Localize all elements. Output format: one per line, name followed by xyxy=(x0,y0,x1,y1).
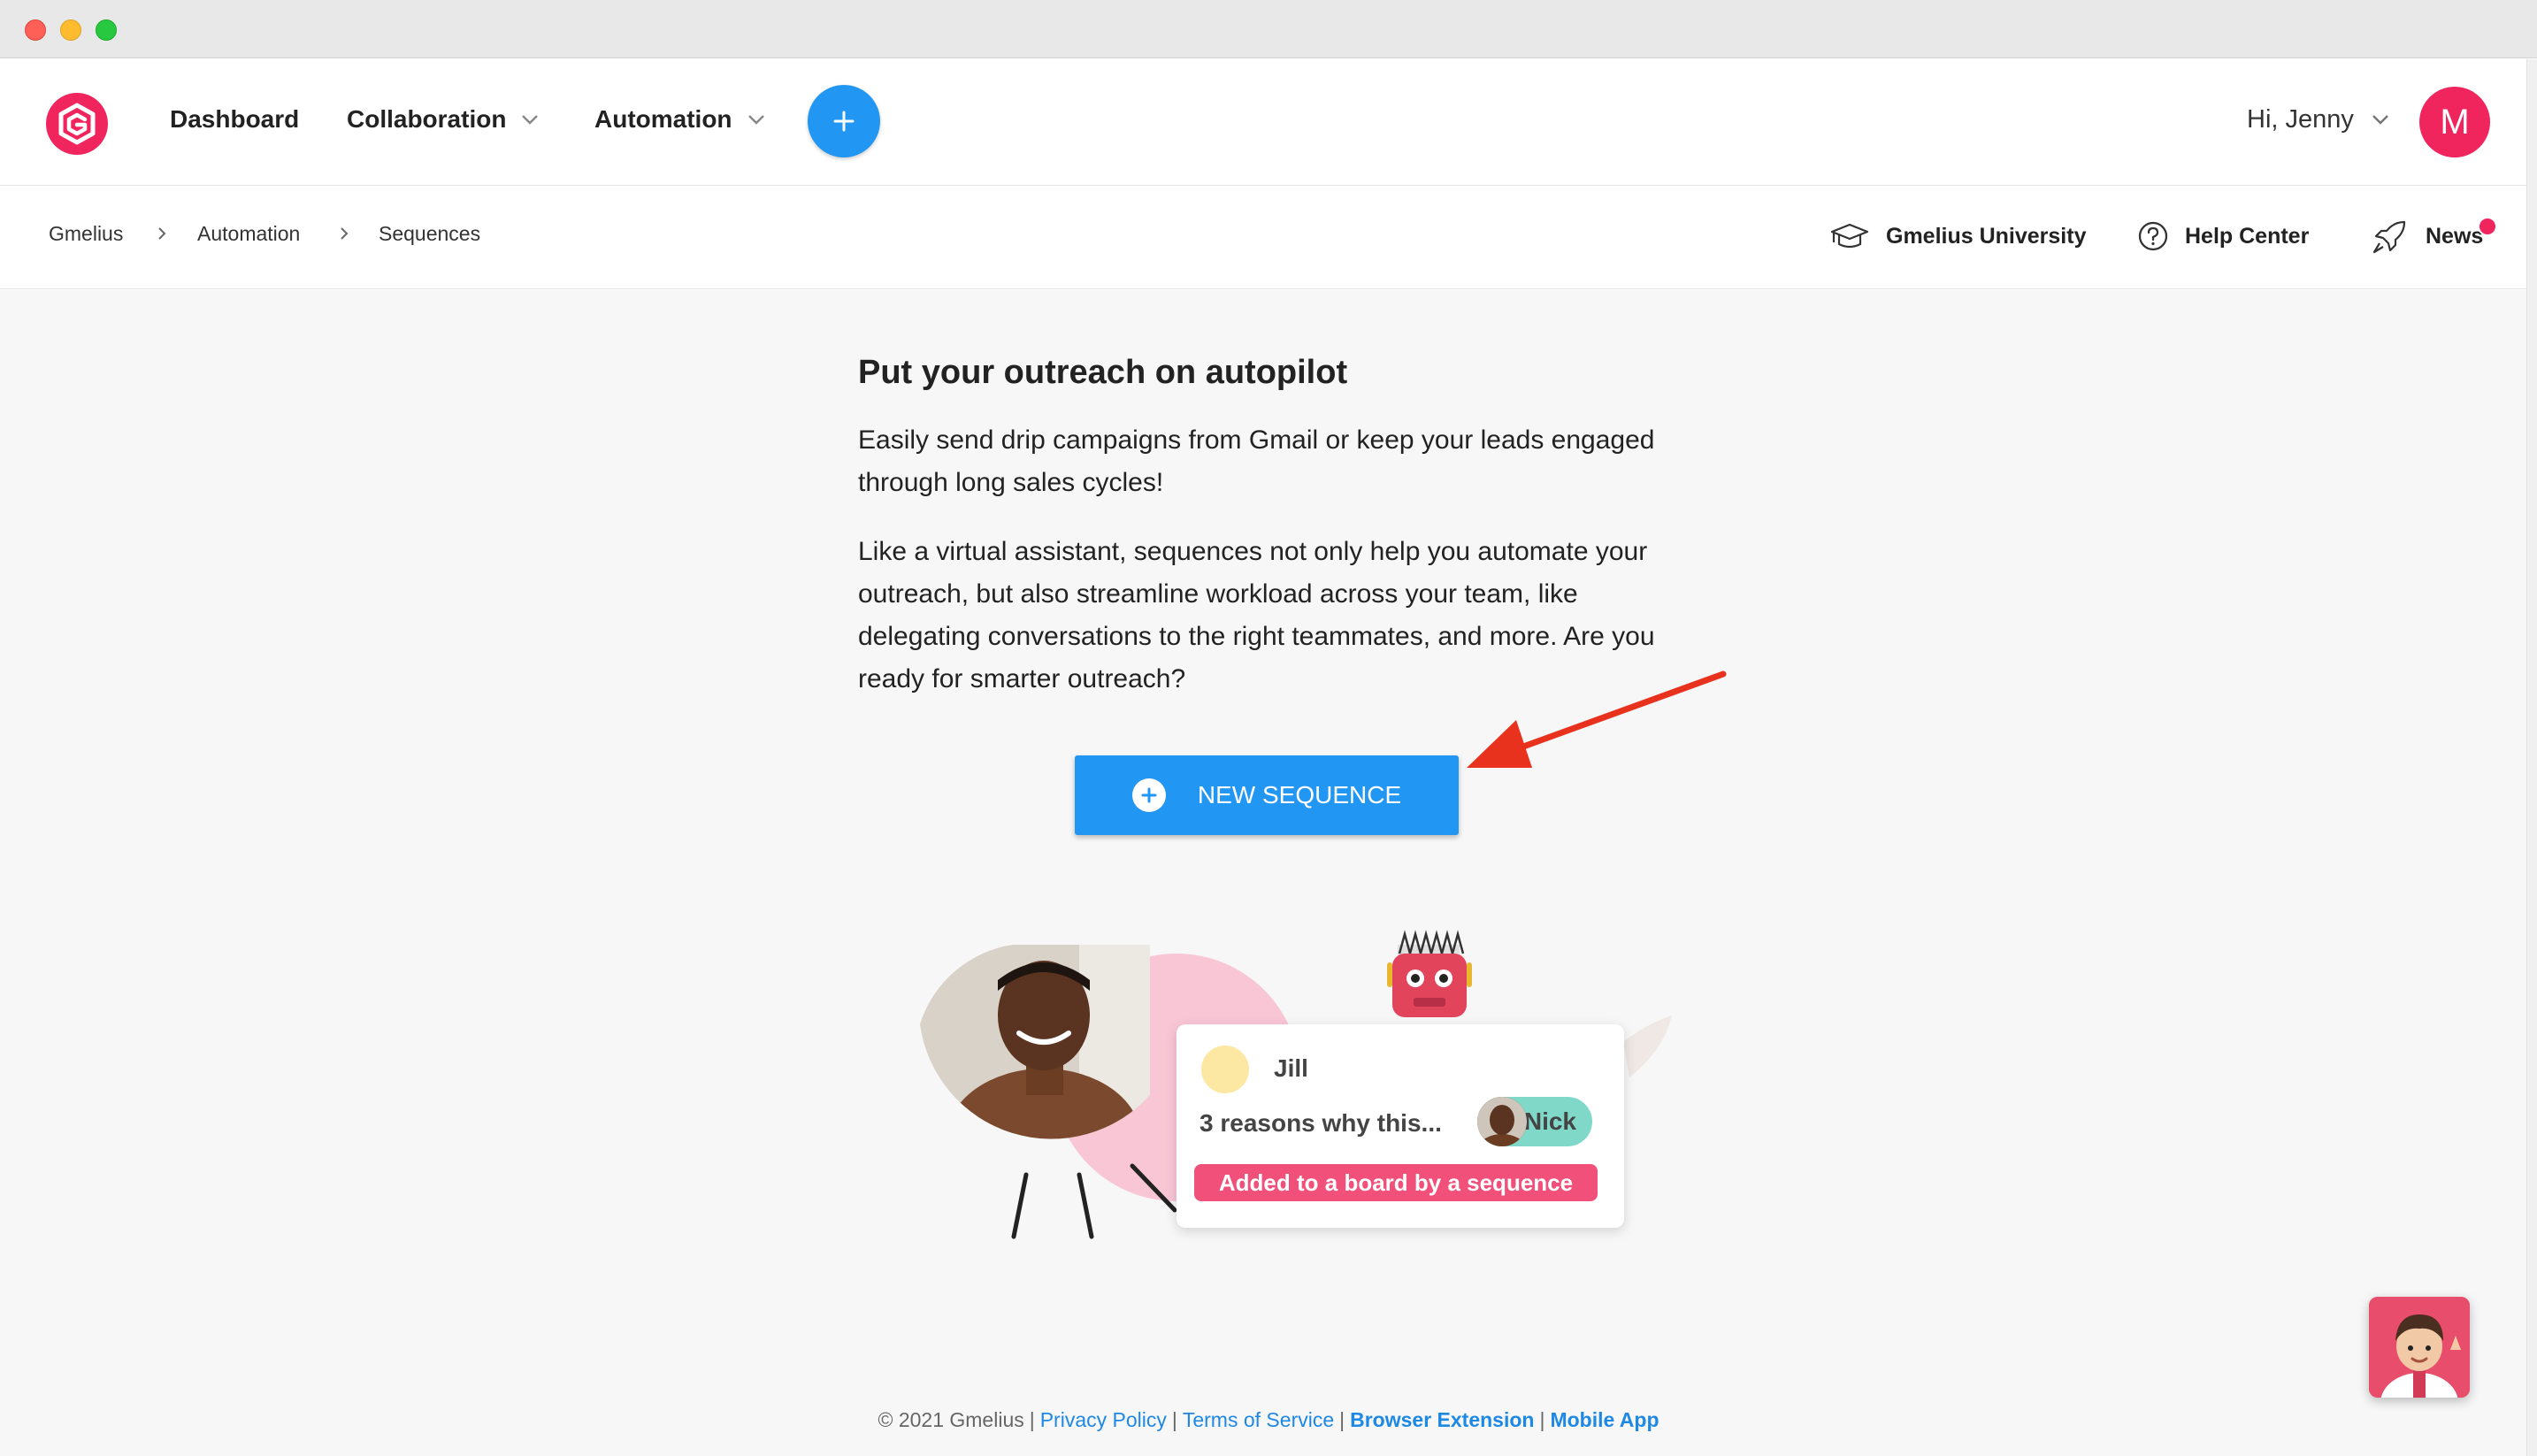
user-avatar[interactable]: M xyxy=(2419,87,2490,157)
user-menu[interactable]: Hi, Jenny xyxy=(2247,102,2393,137)
nav-collaboration-label: Collaboration xyxy=(347,105,507,133)
assignee-name: Nick xyxy=(1523,1107,1576,1135)
mobile-app-link[interactable]: Mobile App xyxy=(1550,1408,1659,1431)
plus-icon xyxy=(833,111,855,132)
email-card: Jill 3 reasons why this... Nick Added to… xyxy=(1177,1024,1624,1228)
assignee-avatar xyxy=(1477,1097,1527,1146)
help-center-link[interactable]: Help Center xyxy=(2137,217,2309,256)
support-chat-widget[interactable] xyxy=(2369,1297,2470,1398)
privacy-policy-link[interactable]: Privacy Policy xyxy=(1040,1408,1167,1431)
breadcrumb-gmelius[interactable]: Gmelius xyxy=(49,222,123,246)
gmelius-university-label: Gmelius University xyxy=(1886,223,2087,249)
page-scrollbar[interactable] xyxy=(2526,59,2537,1456)
news-link[interactable]: News xyxy=(2371,217,2483,256)
nav-dashboard-label: Dashboard xyxy=(170,105,300,133)
sequence-tag: Added to a board by a sequence xyxy=(1194,1164,1598,1201)
close-window-button[interactable] xyxy=(25,19,46,41)
nav-automation[interactable]: Automation xyxy=(594,102,768,137)
new-sequence-button[interactable]: NEW SEQUENCE xyxy=(1075,755,1459,835)
chevron-down-icon xyxy=(2372,115,2388,125)
terms-of-service-link[interactable]: Terms of Service xyxy=(1183,1408,1334,1431)
news-notification-badge xyxy=(2478,217,2497,236)
gmelius-logo[interactable] xyxy=(44,91,110,157)
top-navigation: Dashboard Collaboration Automation Hi, J… xyxy=(0,59,2537,186)
graduation-cap-icon xyxy=(1830,223,1869,249)
chevron-down-icon xyxy=(747,115,764,125)
maximize-window-button[interactable] xyxy=(96,19,117,41)
intro-paragraph: Easily send drip campaigns from Gmail or… xyxy=(858,425,1655,497)
card-contact-name: Jill xyxy=(1274,1054,1308,1082)
breadcrumb-automation[interactable]: Automation xyxy=(197,222,300,246)
window-titlebar xyxy=(0,0,2537,58)
user-greeting: Hi, Jenny xyxy=(2247,104,2354,134)
help-circle-icon xyxy=(2138,221,2168,251)
chevron-right-icon xyxy=(341,227,349,240)
page-heading: Put your outreach on autopilot xyxy=(858,354,1348,391)
nav-dashboard[interactable]: Dashboard xyxy=(170,102,299,137)
sub-header: Gmelius Automation Sequences Gmelius Uni… xyxy=(0,187,2537,289)
help-center-label: Help Center xyxy=(2185,223,2310,249)
news-label: News xyxy=(2426,223,2484,249)
gmelius-university-link[interactable]: Gmelius University xyxy=(1829,217,2086,256)
minimize-window-button[interactable] xyxy=(60,19,81,41)
avatar-initial: M xyxy=(2440,102,2470,142)
plus-circle-icon xyxy=(1131,778,1166,812)
contact-avatar xyxy=(1201,1046,1249,1093)
quick-add-button[interactable] xyxy=(808,85,880,157)
card-subject: 3 reasons why this... xyxy=(1200,1109,1442,1137)
annotation-arrow-icon xyxy=(1467,671,1727,768)
sequence-illustration: Jill 3 reasons why this... Nick Added to… xyxy=(902,918,1698,1272)
chevron-down-icon xyxy=(522,115,539,125)
nav-collaboration[interactable]: Collaboration xyxy=(347,102,541,137)
chevron-right-icon xyxy=(158,227,166,240)
breadcrumb-sequences[interactable]: Sequences xyxy=(379,222,480,246)
new-sequence-label: NEW SEQUENCE xyxy=(1197,781,1402,808)
footer-copyright: © 2021 Gmelius xyxy=(878,1408,1024,1431)
rocket-icon xyxy=(2372,220,2406,254)
main-content: Put your outreach on autopilot Easily se… xyxy=(0,290,2537,1456)
nav-automation-label: Automation xyxy=(594,105,732,133)
footer: © 2021 Gmelius | Privacy Policy | Terms of S… xyxy=(878,1408,1659,1431)
browser-extension-link[interactable]: Browser Extension xyxy=(1350,1408,1534,1431)
support-agent-icon xyxy=(2369,1297,2470,1398)
